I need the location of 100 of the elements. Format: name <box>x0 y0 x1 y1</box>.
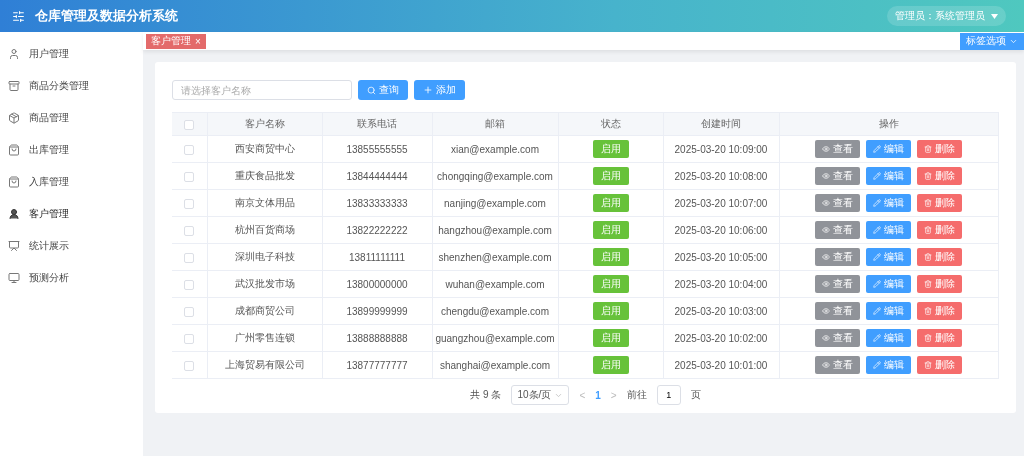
row-checkbox[interactable] <box>184 225 195 236</box>
view-button[interactable]: 查看 <box>815 356 860 374</box>
page-size-select[interactable]: 10条/页 <box>511 385 570 405</box>
query-button[interactable]: 查询 <box>358 80 408 100</box>
row-checkbox[interactable] <box>184 279 195 290</box>
row-checkbox[interactable] <box>184 333 195 344</box>
status-tag: 启用 <box>592 140 629 158</box>
view-button[interactable]: 查看 <box>815 221 860 239</box>
presentation-icon <box>8 240 20 252</box>
row-checkbox[interactable] <box>184 198 195 209</box>
page-unit-label: 页 <box>690 388 701 402</box>
sidebar-item[interactable]: 出库管理 <box>0 134 143 166</box>
edit-button[interactable]: 编辑 <box>866 302 911 320</box>
row-checkbox[interactable] <box>184 171 195 182</box>
delete-button[interactable]: 删除 <box>917 194 962 212</box>
total-count: 共 9 条 <box>470 388 502 402</box>
bag-icon <box>8 176 20 188</box>
table-cell: wuhan@example.com <box>432 270 558 298</box>
edit-button[interactable]: 编辑 <box>866 167 911 185</box>
sidebar-item[interactable]: 商品分类管理 <box>0 70 143 102</box>
view-button[interactable]: 查看 <box>815 302 860 320</box>
table-cell: 2025-03-20 10:08:00 <box>663 162 779 190</box>
delete-button[interactable]: 删除 <box>917 302 962 320</box>
table-cell: 广州零售连锁 <box>207 324 322 352</box>
monitor-icon <box>8 272 20 284</box>
package-icon <box>8 112 20 124</box>
pencil-icon <box>873 280 881 288</box>
pencil-icon <box>873 361 881 369</box>
table-cell: 2025-03-20 10:03:00 <box>663 297 779 325</box>
view-button[interactable]: 查看 <box>815 248 860 266</box>
table-cell: chengdu@example.com <box>432 297 558 325</box>
pencil-icon <box>873 334 881 342</box>
view-button[interactable]: 查看 <box>815 194 860 212</box>
pencil-icon <box>873 199 881 207</box>
sidebar-item[interactable]: 预测分析 <box>0 262 143 294</box>
delete-button[interactable]: 删除 <box>917 167 962 185</box>
view-button[interactable]: 查看 <box>815 329 860 347</box>
edit-button[interactable]: 编辑 <box>866 275 911 293</box>
prev-page-button[interactable]: < <box>579 389 586 401</box>
trash-icon <box>924 280 932 288</box>
row-checkbox[interactable] <box>184 144 195 155</box>
table-cell: 13833333333 <box>322 189 432 217</box>
eye-icon <box>822 145 830 153</box>
edit-button[interactable]: 编辑 <box>866 140 911 158</box>
row-checkbox[interactable] <box>184 252 195 263</box>
view-button[interactable]: 查看 <box>815 140 860 158</box>
search-field[interactable]: 请选择客户名称 <box>172 80 352 100</box>
pencil-icon <box>873 145 881 153</box>
view-button[interactable]: 查看 <box>815 167 860 185</box>
delete-button[interactable]: 删除 <box>917 329 962 347</box>
add-button[interactable]: 添加 <box>414 80 465 100</box>
view-button[interactable]: 查看 <box>815 275 860 293</box>
pencil-icon <box>873 226 881 234</box>
delete-button[interactable]: 删除 <box>917 248 962 266</box>
table-cell: 上海贸易有限公司 <box>207 351 322 379</box>
next-page-button[interactable]: > <box>610 389 617 401</box>
row-checkbox[interactable] <box>184 306 195 317</box>
table-cell: 2025-03-20 10:06:00 <box>663 216 779 244</box>
column-header: 客户名称 <box>207 112 322 136</box>
table-cell: shenzhen@example.com <box>432 243 558 271</box>
column-header: 操作 <box>779 112 998 136</box>
edit-button[interactable]: 编辑 <box>866 356 911 374</box>
menu-icon[interactable] <box>12 9 25 23</box>
archive-icon <box>8 80 20 92</box>
sidebar-item[interactable]: 入库管理 <box>0 166 143 198</box>
edit-button[interactable]: 编辑 <box>866 194 911 212</box>
sidebar-item[interactable]: 商品管理 <box>0 102 143 134</box>
trash-icon <box>924 199 932 207</box>
user-menu[interactable]: 管理员：系统管理员 <box>887 6 1006 26</box>
edit-button[interactable]: 编辑 <box>866 248 911 266</box>
row-checkbox[interactable] <box>184 360 195 371</box>
select-all-checkbox[interactable] <box>184 119 195 130</box>
delete-button[interactable]: 删除 <box>917 140 962 158</box>
table-cell: 武汉批发市场 <box>207 270 322 298</box>
delete-button[interactable]: 删除 <box>917 275 962 293</box>
tag-options-button[interactable]: 标签选项 <box>960 32 1024 50</box>
sidebar-item[interactable]: 统计展示 <box>0 230 143 262</box>
eye-icon <box>822 199 830 207</box>
delete-button[interactable]: 删除 <box>917 356 962 374</box>
page-number[interactable]: 1 <box>595 389 601 401</box>
eye-icon <box>822 361 830 369</box>
table-cell: 2025-03-20 10:09:00 <box>663 135 779 163</box>
page-tab[interactable]: 客户管理 × <box>146 33 206 49</box>
table-cell: 2025-03-20 10:05:00 <box>663 243 779 271</box>
app-title: 仓库管理及数据分析系统 <box>35 7 179 25</box>
sidebar-item[interactable]: 客户管理 <box>0 198 143 230</box>
close-icon[interactable]: × <box>195 35 201 47</box>
search-icon <box>367 85 376 95</box>
eye-icon <box>822 253 830 261</box>
page-input[interactable]: 1 <box>656 385 681 405</box>
sidebar-item[interactable]: 用户管理 <box>0 38 143 70</box>
edit-button[interactable]: 编辑 <box>866 329 911 347</box>
table-cell: 深圳电子科技 <box>207 243 322 271</box>
delete-button[interactable]: 删除 <box>917 221 962 239</box>
table-cell: 杭州百货商场 <box>207 216 322 244</box>
table-cell: 13855555555 <box>322 135 432 163</box>
plus-icon <box>423 85 433 95</box>
goto-label: 前往 <box>626 388 647 402</box>
edit-button[interactable]: 编辑 <box>866 221 911 239</box>
table-cell: 13800000000 <box>322 270 432 298</box>
